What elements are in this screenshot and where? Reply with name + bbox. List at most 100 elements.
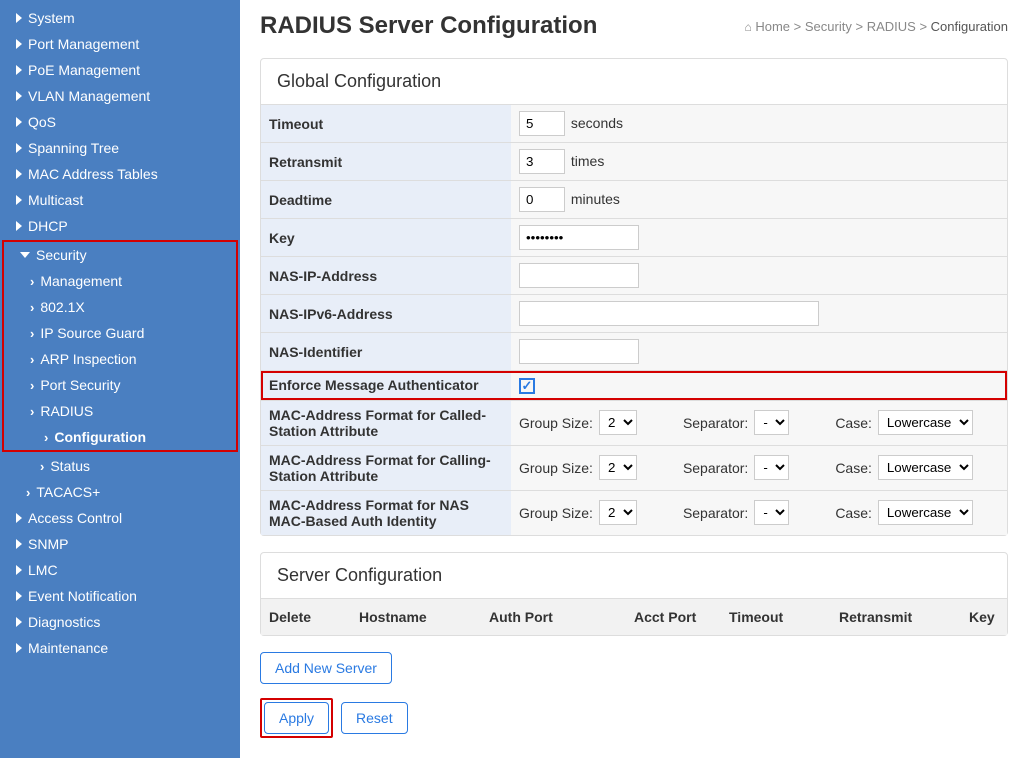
sidebar-item-label: Port Management <box>28 36 139 52</box>
row-deadtime: Deadtime minutes <box>261 181 1007 219</box>
server-table-header: Delete Hostname Auth Port Acct Port Time… <box>261 598 1007 635</box>
separator-label: Separator: <box>683 460 748 476</box>
caret-right-icon <box>16 539 22 549</box>
nas-ip-input[interactable] <box>519 263 639 288</box>
deadtime-input[interactable] <box>519 187 565 212</box>
sidebar-item-radius-status[interactable]: ›Status <box>0 453 240 479</box>
chevron-right-icon: › <box>26 485 30 500</box>
add-new-server-button[interactable]: Add New Server <box>260 652 392 684</box>
mac1-label: MAC-Address Format for Called-Station At… <box>261 400 511 445</box>
chevron-right-icon: › <box>30 300 34 315</box>
caret-right-icon <box>16 643 22 653</box>
retransmit-label: Retransmit <box>261 143 511 181</box>
nav-top-group: System Port Management PoE Management VL… <box>0 5 240 239</box>
sidebar-item-security[interactable]: Security <box>4 242 236 268</box>
sidebar-item-label: Port Security <box>40 377 120 393</box>
case-label: Case: <box>835 460 872 476</box>
separator-select-2[interactable]: - <box>754 455 789 480</box>
sidebar-item-label: Multicast <box>28 192 83 208</box>
group-size-select-1[interactable]: 2 <box>599 410 637 435</box>
case-label: Case: <box>835 415 872 431</box>
sidebar-item-label: Maintenance <box>28 640 108 656</box>
sidebar-item-label: Access Control <box>28 510 122 526</box>
group-size-label: Group Size: <box>519 460 593 476</box>
timeout-input[interactable] <box>519 111 565 136</box>
sidebar-item-radius-configuration[interactable]: ›Configuration <box>4 424 236 450</box>
caret-right-icon <box>16 117 22 127</box>
sidebar-item-label: Security <box>36 247 87 263</box>
caret-right-icon <box>16 91 22 101</box>
sidebar-item-management[interactable]: ›Management <box>4 268 236 294</box>
apply-highlight-box: Apply <box>260 698 333 738</box>
sidebar-item-access-control[interactable]: Access Control <box>0 505 240 531</box>
nas-id-input[interactable] <box>519 339 639 364</box>
sidebar-item-spanning-tree[interactable]: Spanning Tree <box>0 135 240 161</box>
apply-button[interactable]: Apply <box>264 702 329 734</box>
global-config-title: Global Configuration <box>261 59 1007 104</box>
sidebar-item-vlan-management[interactable]: VLAN Management <box>0 83 240 109</box>
row-mac-nas-auth: MAC-Address Format for NAS MAC-Based Aut… <box>261 490 1007 535</box>
sidebar-item-port-management[interactable]: Port Management <box>0 31 240 57</box>
group-size-select-3[interactable]: 2 <box>599 500 637 525</box>
breadcrumb-security[interactable]: Security <box>805 19 852 34</box>
sidebar-item-poe-management[interactable]: PoE Management <box>0 57 240 83</box>
sidebar-item-system[interactable]: System <box>0 5 240 31</box>
sidebar-item-label: VLAN Management <box>28 88 150 104</box>
chevron-right-icon: › <box>44 430 48 445</box>
key-input[interactable] <box>519 225 639 250</box>
nas-ip-label: NAS-IP-Address <box>261 257 511 295</box>
case-select-1[interactable]: Lowercase <box>878 410 973 435</box>
security-highlight-box: Security ›Management ›802.1X ›IP Source … <box>2 240 238 452</box>
caret-right-icon <box>16 617 22 627</box>
sidebar-item-tacacs[interactable]: ›TACACS+ <box>0 479 240 505</box>
enforce-checkbox[interactable]: ✓ <box>519 378 535 394</box>
sidebar-item-radius[interactable]: ›RADIUS <box>4 398 236 424</box>
caret-right-icon <box>16 13 22 23</box>
caret-right-icon <box>16 565 22 575</box>
sidebar-item-label: System <box>28 10 75 26</box>
case-select-2[interactable]: Lowercase <box>878 455 973 480</box>
sidebar-item-8021x[interactable]: ›802.1X <box>4 294 236 320</box>
chevron-right-icon: › <box>30 352 34 367</box>
breadcrumb-radius[interactable]: RADIUS <box>867 19 916 34</box>
row-nas-identifier: NAS-Identifier <box>261 333 1007 371</box>
sidebar-item-label: ARP Inspection <box>40 351 136 367</box>
sidebar-item-multicast[interactable]: Multicast <box>0 187 240 213</box>
separator-select-3[interactable]: - <box>754 500 789 525</box>
caret-down-icon <box>20 252 30 258</box>
breadcrumb-current: Configuration <box>931 19 1008 34</box>
sidebar-item-maintenance[interactable]: Maintenance <box>0 635 240 661</box>
sidebar-item-port-security[interactable]: ›Port Security <box>4 372 236 398</box>
nas-id-label: NAS-Identifier <box>261 333 511 371</box>
case-select-3[interactable]: Lowercase <box>878 500 973 525</box>
caret-right-icon <box>16 513 22 523</box>
sidebar-item-event-notification[interactable]: Event Notification <box>0 583 240 609</box>
sidebar-item-diagnostics[interactable]: Diagnostics <box>0 609 240 635</box>
group-size-select-2[interactable]: 2 <box>599 455 637 480</box>
sidebar-item-dhcp[interactable]: DHCP <box>0 213 240 239</box>
reset-button[interactable]: Reset <box>341 702 408 734</box>
sidebar-item-qos[interactable]: QoS <box>0 109 240 135</box>
separator-select-1[interactable]: - <box>754 410 789 435</box>
breadcrumb-home[interactable]: Home <box>755 19 790 34</box>
sidebar-item-arp-inspection[interactable]: › ARP Inspection <box>4 346 236 372</box>
retransmit-input[interactable] <box>519 149 565 174</box>
caret-right-icon <box>16 65 22 75</box>
timeout-unit: seconds <box>571 115 623 131</box>
sidebar-item-lmc[interactable]: LMC <box>0 557 240 583</box>
sidebar-item-snmp[interactable]: SNMP <box>0 531 240 557</box>
col-hostname: Hostname <box>351 599 481 635</box>
group-size-label: Group Size: <box>519 505 593 521</box>
sidebar-item-label: LMC <box>28 562 58 578</box>
nas-ipv6-input[interactable] <box>519 301 819 326</box>
deadtime-label: Deadtime <box>261 181 511 219</box>
caret-right-icon <box>16 221 22 231</box>
caret-right-icon <box>16 591 22 601</box>
sidebar-item-label: PoE Management <box>28 62 140 78</box>
mac3-label: MAC-Address Format for NAS MAC-Based Aut… <box>261 490 511 535</box>
sidebar-item-label: IP Source Guard <box>40 325 144 341</box>
sidebar-item-label: MAC Address Tables <box>28 166 158 182</box>
sidebar-item-mac-tables[interactable]: MAC Address Tables <box>0 161 240 187</box>
page-header: RADIUS Server Configuration ⌂ Home > Sec… <box>260 12 1008 40</box>
sidebar-item-ip-source-guard[interactable]: ›IP Source Guard <box>4 320 236 346</box>
